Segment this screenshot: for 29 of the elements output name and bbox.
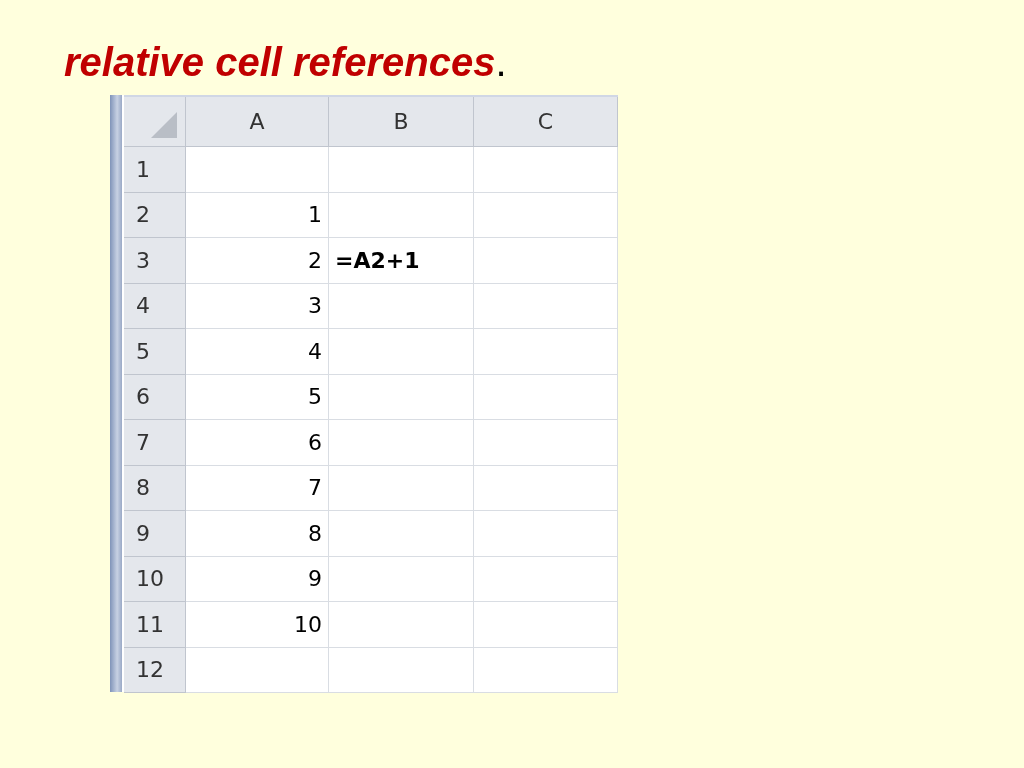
table-cell: 10: [186, 602, 329, 648]
table-cell: 7: [186, 465, 329, 511]
slide-title: relative cell references.: [64, 40, 507, 85]
row-header[interactable]: 2: [124, 192, 186, 238]
table-cell: 1: [186, 192, 329, 238]
corner-triangle-icon: [151, 112, 177, 138]
table-cell: 3: [186, 283, 329, 329]
select-all-corner[interactable]: [124, 97, 186, 147]
row-header[interactable]: 8: [124, 465, 186, 511]
row-header[interactable]: 12: [124, 647, 186, 693]
table-cell: 8: [186, 511, 329, 557]
row-header[interactable]: 3: [124, 238, 186, 284]
table-cell: 6: [186, 420, 329, 466]
row-header[interactable]: 9: [124, 511, 186, 557]
row-header[interactable]: 10: [124, 556, 186, 602]
row-header[interactable]: 7: [124, 420, 186, 466]
table-cell: 4: [186, 329, 329, 375]
row-header[interactable]: 5: [124, 329, 186, 375]
row-header[interactable]: 4: [124, 283, 186, 329]
row-header[interactable]: 1: [124, 147, 186, 193]
table-cell: 2: [186, 238, 329, 284]
table-cell: 5: [186, 374, 329, 420]
row-header[interactable]: 6: [124, 374, 186, 420]
column-header[interactable]: B: [329, 97, 474, 147]
row-header[interactable]: 11: [124, 602, 186, 648]
column-header[interactable]: C: [474, 97, 618, 147]
table-cell: =A2+1: [329, 238, 474, 284]
table-cell: 9: [186, 556, 329, 602]
column-header[interactable]: A: [186, 97, 329, 147]
